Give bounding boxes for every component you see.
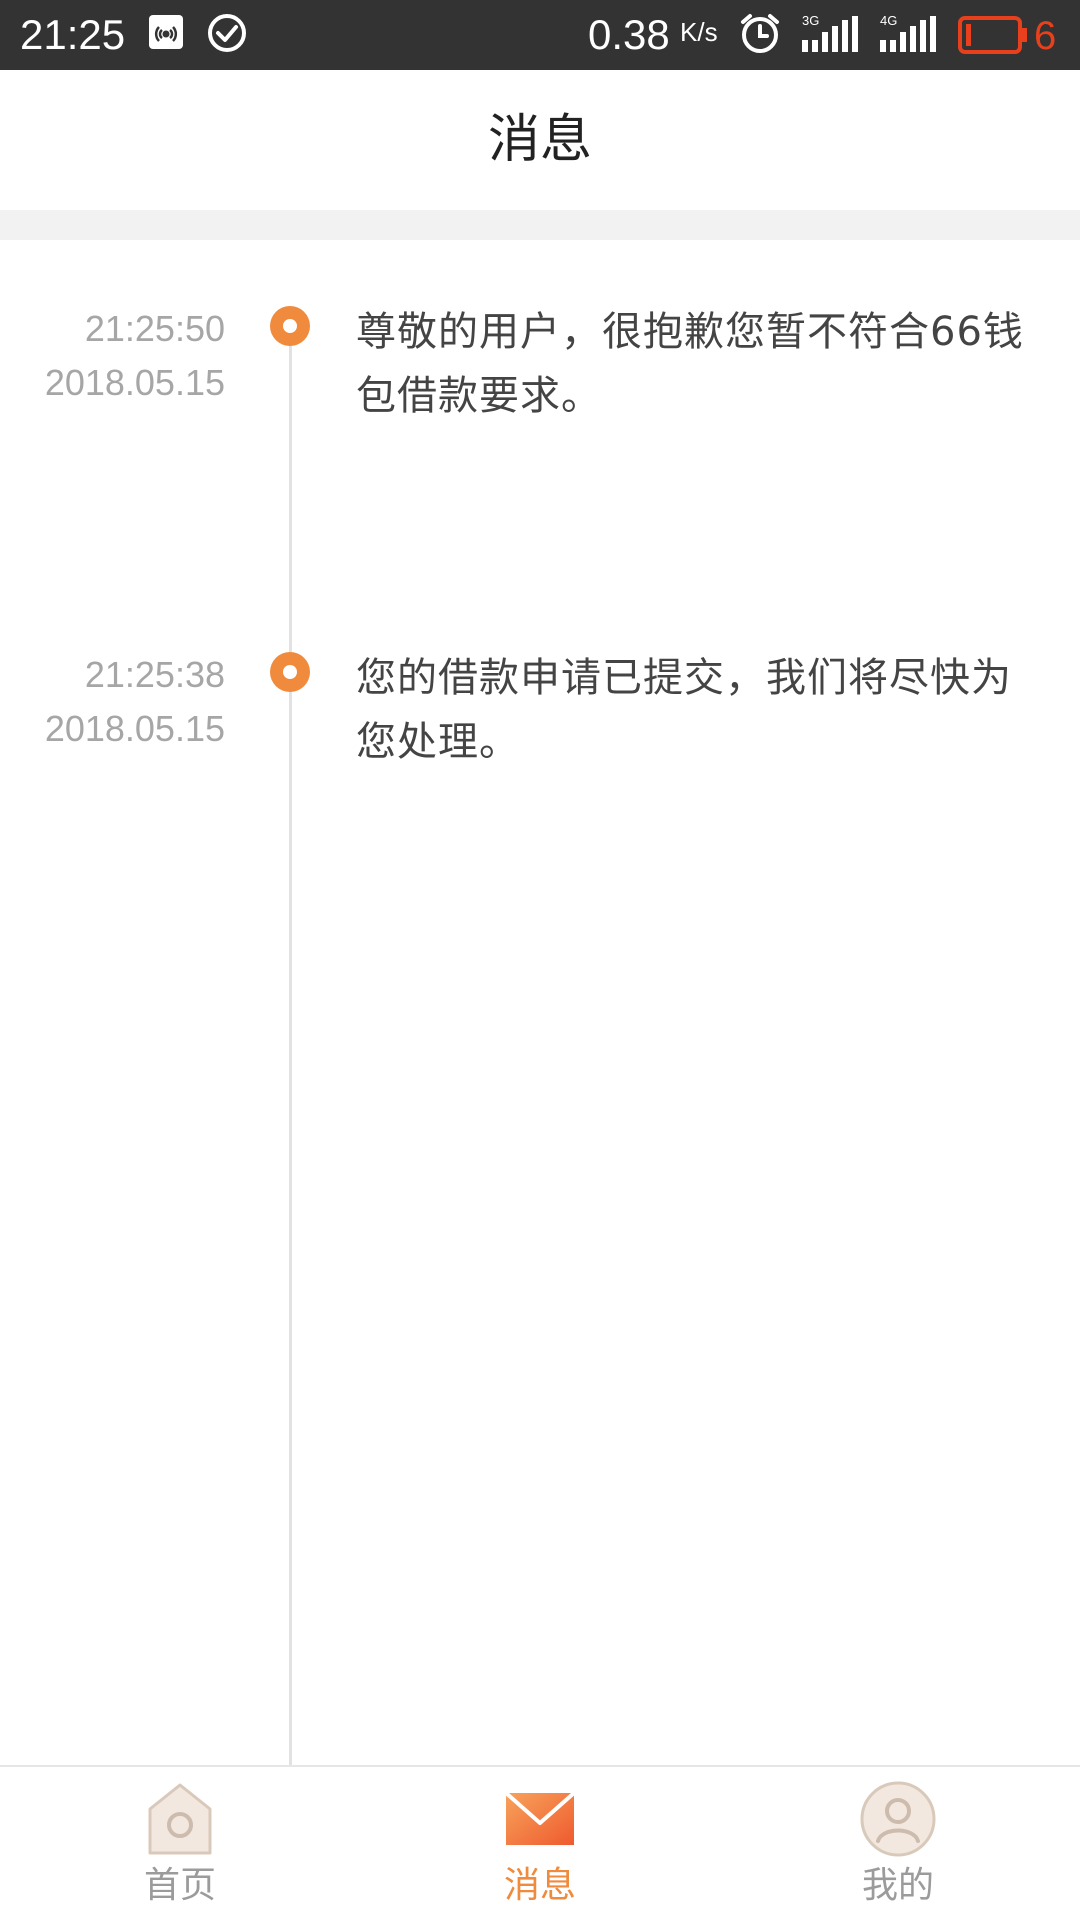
alarm-icon (738, 11, 782, 59)
battery-level: 6 (1034, 14, 1057, 58)
header-separator (0, 210, 1080, 240)
header: 消息 (0, 70, 1080, 210)
message-date: 2018.05.15 (44, 708, 225, 749)
message-time: 21:25:38 (84, 654, 225, 695)
hotspot-icon (148, 14, 184, 54)
nav-label-messages: 消息 (503, 1865, 576, 1906)
net-speed: 0.38 (588, 11, 670, 58)
page-title: 消息 (487, 110, 592, 170)
profile-icon (858, 1779, 938, 1859)
message-text: 您的借款申请已提交，我们将尽快为您处理。 (356, 655, 1012, 765)
bottom-nav: 首页 消息 我的 (0, 1765, 1080, 1920)
status-time: 21:25 (20, 11, 126, 58)
messages-screen: 21:25 0.38 K/s 3G 4G 6 消息 21:25:50 2018.… (0, 0, 1080, 1920)
nav-item-home[interactable]: 首页 (80, 1767, 280, 1920)
timeline-dot-icon (270, 652, 310, 692)
nav-label-profile: 我的 (861, 1865, 934, 1906)
message-time: 21:25:50 (84, 308, 225, 349)
message-date: 2018.05.15 (44, 362, 225, 403)
check-circle-icon (206, 12, 248, 58)
timeline-line (289, 330, 292, 1766)
nav-label-home: 首页 (143, 1865, 216, 1906)
net-speed-unit: K/s (680, 17, 718, 47)
nav-item-profile[interactable]: 我的 (798, 1767, 998, 1920)
timeline-dot-icon (270, 306, 310, 346)
nav-item-messages[interactable]: 消息 (440, 1767, 640, 1920)
status-bar: 21:25 0.38 K/s 3G 4G 6 (0, 0, 1080, 70)
signal-3g-icon (802, 16, 858, 56)
home-icon (140, 1779, 220, 1859)
signal-4g-icon (880, 16, 936, 56)
battery-icon (958, 16, 1028, 58)
message-text: 尊敬的用户，很抱歉您暂不符合66钱包借款要求。 (356, 309, 1024, 419)
mail-icon (500, 1779, 580, 1859)
